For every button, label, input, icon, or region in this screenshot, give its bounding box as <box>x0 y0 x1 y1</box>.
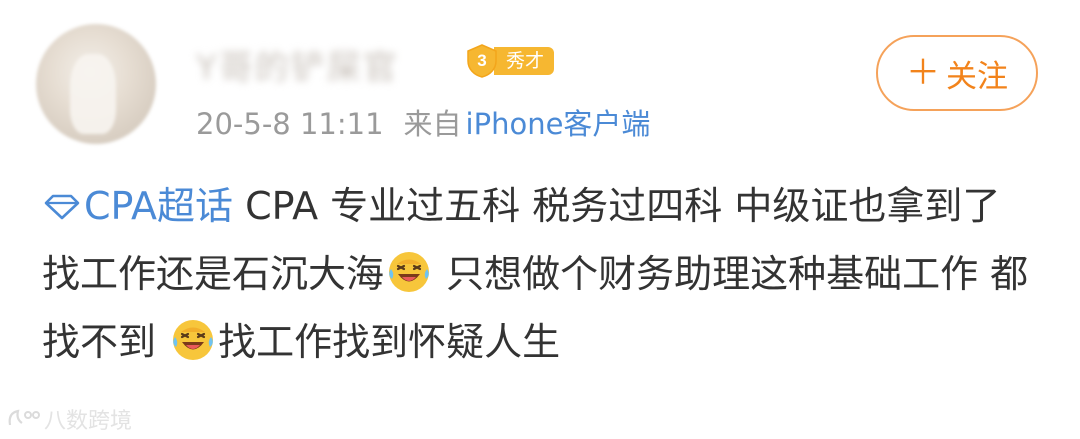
laugh-cry-emoji-icon <box>173 320 214 360</box>
diamond-icon <box>44 194 80 220</box>
source-label: 来自 <box>403 107 462 141</box>
post-content: CPA超话 CPA 专业过五科 税务过四科 中级证也拿到了 找工作还是石沉大海 … <box>42 172 1042 376</box>
level-badge[interactable]: 3 秀才 <box>464 43 555 79</box>
weibo-post-card: Y哥的铲屎官 3 秀才 20-5-8 11:11 来自 iPhone客户端 ＋ … <box>0 0 1080 439</box>
user-avatar[interactable] <box>36 24 156 144</box>
watermark-text: 八数跨境 <box>44 409 133 434</box>
watermark: 八数跨境 <box>4 403 132 435</box>
follow-button-label: 关注 <box>946 58 1008 95</box>
follow-button[interactable]: ＋ 关注 <box>876 35 1038 111</box>
topic-link[interactable]: CPA超话 <box>42 184 233 228</box>
level-label: 秀才 <box>494 47 555 75</box>
plus-icon: ＋ <box>906 53 940 93</box>
topic-label: CPA超话 <box>84 184 234 228</box>
laugh-cry-emoji-icon <box>389 252 430 292</box>
username[interactable]: Y哥的铲屎官 <box>196 40 399 89</box>
level-number: 3 <box>477 51 487 70</box>
content-text-3: 找工作找到怀疑人生 <box>218 320 561 364</box>
watermark-logo-icon <box>8 409 40 426</box>
post-time: 20-5-8 11:11 <box>196 107 384 141</box>
client-link[interactable]: iPhone客户端 <box>466 101 651 143</box>
post-meta: 20-5-8 11:11 来自 iPhone客户端 <box>196 101 650 143</box>
shield-icon: 3 <box>464 43 500 79</box>
